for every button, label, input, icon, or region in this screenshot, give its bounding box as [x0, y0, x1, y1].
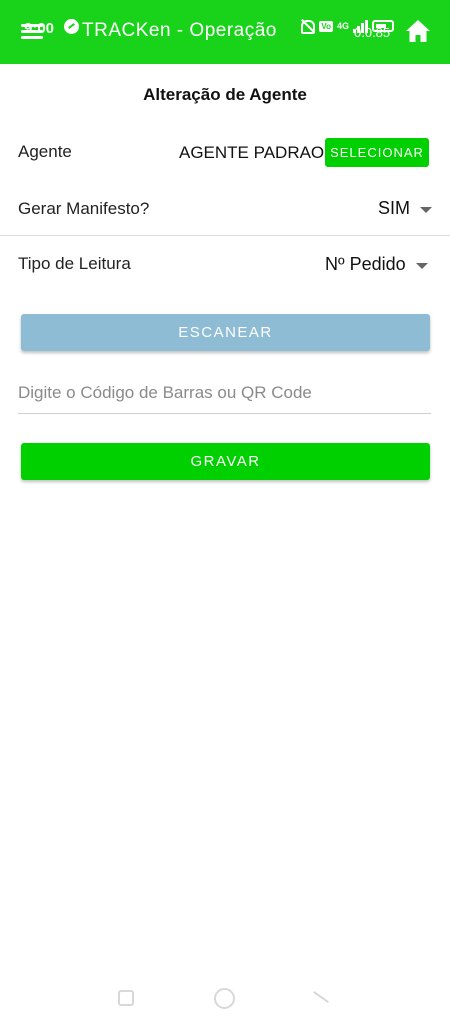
manifest-label: Gerar Manifesto? — [18, 199, 150, 218]
page-title: Alteração de Agente — [143, 85, 307, 104]
read-type-selected-value: Nº Pedido — [325, 254, 406, 274]
divider — [0, 235, 450, 236]
manifest-dropdown[interactable]: SIM — [378, 198, 433, 219]
status-time: 9:00 — [24, 20, 55, 37]
read-type-label: Tipo de Leitura — [18, 254, 131, 273]
app-title: TRACKen - Operação — [82, 20, 277, 41]
save-button[interactable]: GRAVAR — [21, 443, 430, 480]
app-header: 9:00 TRACKen - Operação Vo 4G 0.0.85 — [0, 0, 450, 64]
home-nav-button[interactable] — [214, 988, 235, 1009]
home-icon[interactable] — [404, 17, 432, 45]
recent-apps-button[interactable] — [118, 990, 134, 1006]
agent-value: AGENTE PADRAO — [179, 143, 325, 162]
read-type-dropdown[interactable]: Nº Pedido — [325, 254, 428, 275]
chevron-down-icon — [415, 262, 428, 269]
barcode-input[interactable] — [18, 372, 431, 414]
chevron-down-icon — [420, 206, 433, 213]
whatsapp-icon — [64, 19, 79, 34]
mute-icon — [299, 18, 316, 34]
agent-label: Agente — [18, 142, 72, 161]
version-text: 0.0.85 — [354, 25, 391, 40]
scan-button[interactable]: ESCANEAR — [21, 314, 430, 351]
select-agent-button[interactable]: SELECIONAR — [325, 138, 429, 167]
network-badge: 4G — [336, 20, 349, 31]
volte-badge: Vo — [319, 20, 333, 32]
back-nav-button[interactable] — [313, 991, 329, 1003]
manifest-selected-value: SIM — [378, 198, 411, 218]
